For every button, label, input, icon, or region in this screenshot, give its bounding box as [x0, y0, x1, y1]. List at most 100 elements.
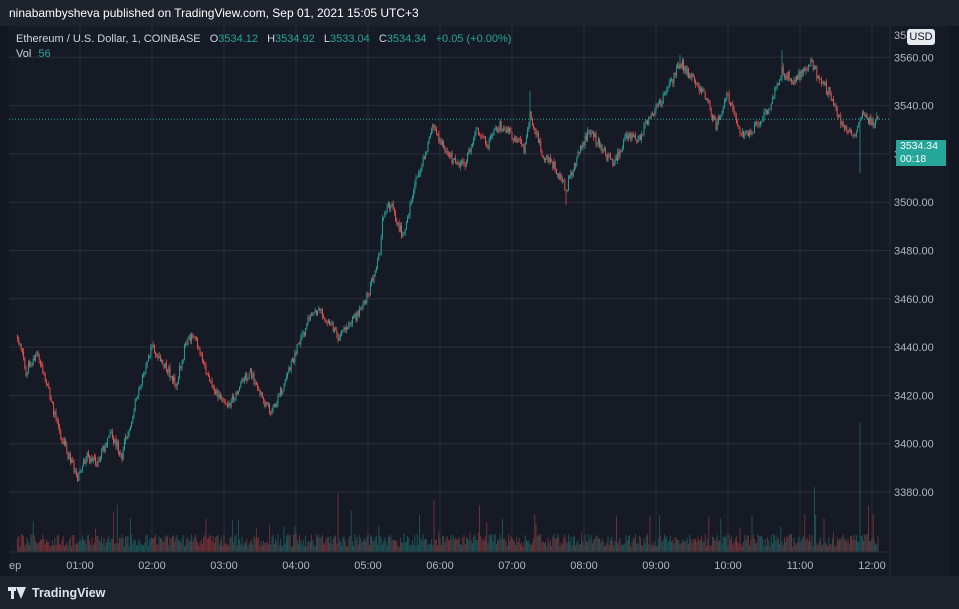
volume-bar — [45, 539, 47, 552]
volume-bar — [349, 535, 351, 552]
price-tick-label: 3400.00 — [894, 439, 934, 451]
volume-bar — [685, 541, 687, 552]
volume-bar — [38, 541, 40, 552]
candle-body — [431, 129, 433, 135]
volume-bar — [403, 533, 405, 552]
candle-body — [840, 115, 842, 125]
volume-bar — [379, 535, 381, 552]
candle-body — [869, 117, 871, 124]
candle-body — [423, 156, 425, 159]
volume-bar — [369, 535, 371, 552]
volume-bar — [55, 545, 57, 552]
volume-bar — [122, 538, 124, 552]
candle-body — [157, 356, 159, 358]
volume-bar — [829, 544, 831, 552]
candle-body — [276, 403, 278, 408]
candle-body — [101, 449, 103, 458]
candle-body — [120, 453, 122, 455]
volume-bar — [733, 542, 735, 552]
candle-body — [817, 76, 819, 79]
time-axis[interactable]: ep 01:00 02:00 03:00 04:00 05:00 06:00 07:00 08:… — [9, 560, 886, 572]
candle-body — [493, 129, 495, 136]
volume-bar — [734, 538, 736, 552]
candle-body — [354, 313, 356, 317]
volume-bar — [351, 541, 353, 552]
candle-body — [403, 232, 405, 235]
candle-body — [623, 140, 625, 149]
candle-body — [131, 421, 133, 427]
candle-body — [853, 134, 855, 136]
candle-body — [348, 322, 350, 329]
volume-bar — [313, 545, 315, 552]
volume-bar — [426, 539, 428, 552]
volume-bar — [141, 545, 143, 552]
volume-bar — [308, 542, 310, 552]
candle-body — [729, 102, 731, 106]
candle-body — [653, 114, 655, 116]
volume-bar — [257, 538, 259, 552]
volume-bar — [605, 546, 607, 552]
tradingview-logo[interactable]: TradingView — [8, 585, 105, 601]
volume-bar — [204, 534, 206, 552]
volume-bar — [479, 505, 481, 552]
candle-body — [171, 376, 173, 382]
volume-bar — [355, 540, 357, 552]
volume-bar — [273, 543, 275, 552]
volume-bar — [539, 536, 541, 552]
candle-body — [255, 382, 257, 384]
candlestick-chart[interactable]: 3380.00 3400.00 3420.00 3440.00 3460.00 3480.… — [9, 26, 949, 576]
volume-bar — [438, 532, 440, 552]
candle-body — [561, 180, 563, 181]
volume-bar — [17, 538, 19, 552]
volume-bar — [407, 535, 409, 552]
candle-body — [318, 308, 320, 311]
candle-body — [137, 397, 139, 398]
volume-bar — [553, 533, 555, 552]
volume-bar — [620, 545, 622, 552]
candle-body — [517, 138, 519, 143]
candle-body — [564, 180, 566, 190]
candle-body — [594, 133, 596, 138]
volume-bar — [86, 535, 88, 552]
candle-body — [704, 90, 706, 99]
candle-body — [191, 333, 193, 342]
candle-body — [696, 82, 698, 84]
volume-bar — [390, 534, 392, 552]
candle-body — [117, 442, 119, 453]
candle-body — [414, 184, 416, 192]
candle-body — [731, 103, 733, 106]
volume-bar — [37, 543, 39, 552]
volume-bar — [731, 536, 733, 552]
volume-bar — [147, 546, 149, 552]
symbol-title[interactable]: Ethereum / U.S. Dollar, 1, COINBASE — [16, 33, 201, 45]
time-tick-label: 04:00 — [282, 560, 310, 572]
candle-body — [607, 153, 609, 161]
volume-bar — [339, 541, 341, 552]
candle-body — [162, 359, 164, 365]
volume-bar — [146, 534, 148, 552]
candle-body — [494, 128, 496, 130]
candle-body — [33, 358, 35, 361]
time-tick-label: 11:00 — [787, 560, 814, 572]
candle-body — [619, 150, 621, 157]
volume-bar — [251, 539, 253, 552]
candle-body — [677, 64, 679, 69]
candle-body — [74, 470, 76, 472]
currency-button[interactable]: USD — [907, 29, 935, 45]
candle-body — [603, 148, 605, 151]
volume-bar — [216, 536, 218, 552]
candle-body — [625, 133, 627, 138]
volume-bar — [120, 538, 122, 552]
volume-bar — [397, 546, 399, 552]
volume-bar — [779, 543, 781, 552]
volume-bar — [619, 537, 621, 552]
volume-bar — [312, 539, 314, 552]
candle-body — [149, 355, 151, 357]
volume-bar — [272, 534, 274, 552]
volume-bar — [134, 540, 136, 552]
candle-body — [709, 101, 711, 108]
volume-key[interactable]: Vol — [16, 48, 31, 60]
price-axis[interactable]: 3380.00 3400.00 3420.00 3440.00 3460.00 3480.… — [894, 30, 934, 499]
candle-body — [483, 136, 485, 138]
volume-bar — [163, 542, 165, 552]
